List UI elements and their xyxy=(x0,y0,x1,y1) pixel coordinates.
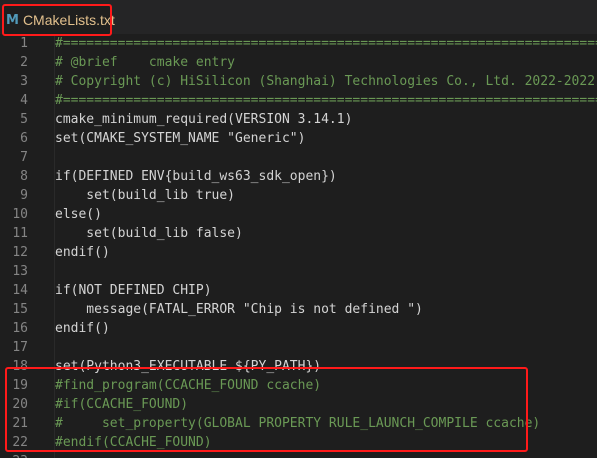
line-number: 8 xyxy=(20,169,28,184)
code-line[interactable]: 1 #======================================… xyxy=(0,34,597,53)
code-line[interactable]: 5 cmake_minimum_required(VERSION 3.14.1) xyxy=(0,110,597,129)
code-text: # set_property(GLOBAL PROPERTY RULE_LAUN… xyxy=(55,416,541,431)
code-text: # @brief cmake entry xyxy=(55,55,236,70)
code-line[interactable]: 6 set(CMAKE_SYSTEM_NAME "Generic") xyxy=(0,129,597,148)
line-number: 12 xyxy=(12,245,28,260)
code-line[interactable]: 3 # Copyright (c) HiSilicon (Shanghai) Te… xyxy=(0,72,597,91)
line-number: 20 xyxy=(12,397,28,412)
line-number: 13 xyxy=(12,264,28,279)
code-text: #find_program(CCACHE_FOUND ccache) xyxy=(55,378,322,393)
line-number: 7 xyxy=(20,150,28,165)
line-number: 6 xyxy=(20,131,28,146)
code-text: if(NOT DEFINED CHIP) xyxy=(55,283,212,298)
code-line[interactable]: 19 #find_program(CCACHE_FOUND ccache) xyxy=(0,376,597,395)
code-line[interactable]: 14 if(NOT DEFINED CHIP) xyxy=(0,281,597,300)
editor-tab-bar: M CMakeLists.txt xyxy=(0,0,597,35)
code-text: set(Python3_EXECUTABLE ${PY_PATH}) xyxy=(55,359,322,374)
code-line[interactable]: 21 # set_property(GLOBAL PROPERTY RULE_LA… xyxy=(0,414,597,433)
code-text: endif() xyxy=(55,321,110,336)
tab-label: CMakeLists.txt xyxy=(22,12,115,28)
cmake-file-icon: M xyxy=(6,12,19,28)
code-line[interactable]: 13 xyxy=(0,262,597,281)
line-number: 3 xyxy=(20,74,28,89)
code-text: #=======================================… xyxy=(55,36,597,51)
line-number: 9 xyxy=(20,188,28,203)
code-line[interactable]: 18 set(Python3_EXECUTABLE ${PY_PATH}) xyxy=(0,357,597,376)
line-number: 22 xyxy=(12,435,28,450)
line-number: 2 xyxy=(20,55,28,70)
tab-cmakelists[interactable]: M CMakeLists.txt xyxy=(2,5,115,35)
line-number: 21 xyxy=(12,416,28,431)
code-text: message(FATAL_ERROR "Chip is not defined… xyxy=(55,302,423,317)
code-text: #if(CCACHE_FOUND) xyxy=(55,397,189,412)
code-line[interactable]: 10 else() xyxy=(0,205,597,224)
line-number: 14 xyxy=(12,283,28,298)
code-line[interactable]: 4 #======================================… xyxy=(0,91,597,110)
code-line[interactable]: 9 set(build_lib true) xyxy=(0,186,597,205)
line-number: 19 xyxy=(12,378,28,393)
code-text: set(CMAKE_SYSTEM_NAME "Generic") xyxy=(55,131,306,146)
line-number: 23 xyxy=(0,452,28,458)
line-number: 1 xyxy=(20,36,28,51)
code-text: endif() xyxy=(55,245,110,260)
code-line[interactable]: 15 message(FATAL_ERROR "Chip is not defi… xyxy=(0,300,597,319)
code-text: if(DEFINED ENV{build_ws63_sdk_open}) xyxy=(55,169,337,184)
code-line[interactable]: 16 endif() xyxy=(0,319,597,338)
code-line[interactable]: 23 xyxy=(0,452,597,458)
code-line[interactable]: 22 #endif(CCACHE_FOUND) xyxy=(0,433,597,452)
code-text: else() xyxy=(55,207,102,222)
code-line[interactable]: 2 # @brief cmake entry xyxy=(0,53,597,72)
code-text: # Copyright (c) HiSilicon (Shanghai) Tec… xyxy=(55,74,597,89)
code-text: #=======================================… xyxy=(55,93,597,108)
line-number: 4 xyxy=(20,93,28,108)
line-number: 10 xyxy=(12,207,28,222)
code-editor[interactable]: 1 #======================================… xyxy=(0,34,597,458)
code-line[interactable]: 7 xyxy=(0,148,597,167)
line-number: 11 xyxy=(12,226,28,241)
code-line[interactable]: 11 set(build_lib false) xyxy=(0,224,597,243)
code-text: set(build_lib false) xyxy=(55,226,243,241)
line-number: 16 xyxy=(12,321,28,336)
code-line[interactable]: 8 if(DEFINED ENV{build_ws63_sdk_open}) xyxy=(0,167,597,186)
code-line[interactable]: 20 #if(CCACHE_FOUND) xyxy=(0,395,597,414)
code-text: #endif(CCACHE_FOUND) xyxy=(55,435,212,450)
code-line[interactable]: 12 endif() xyxy=(0,243,597,262)
code-line[interactable]: 17 xyxy=(0,338,597,357)
code-text: cmake_minimum_required(VERSION 3.14.1) xyxy=(55,112,353,127)
code-text: set(build_lib true) xyxy=(55,188,236,203)
line-number: 17 xyxy=(12,340,28,355)
line-number: 15 xyxy=(12,302,28,317)
line-number: 18 xyxy=(12,359,28,374)
line-number: 5 xyxy=(20,112,28,127)
